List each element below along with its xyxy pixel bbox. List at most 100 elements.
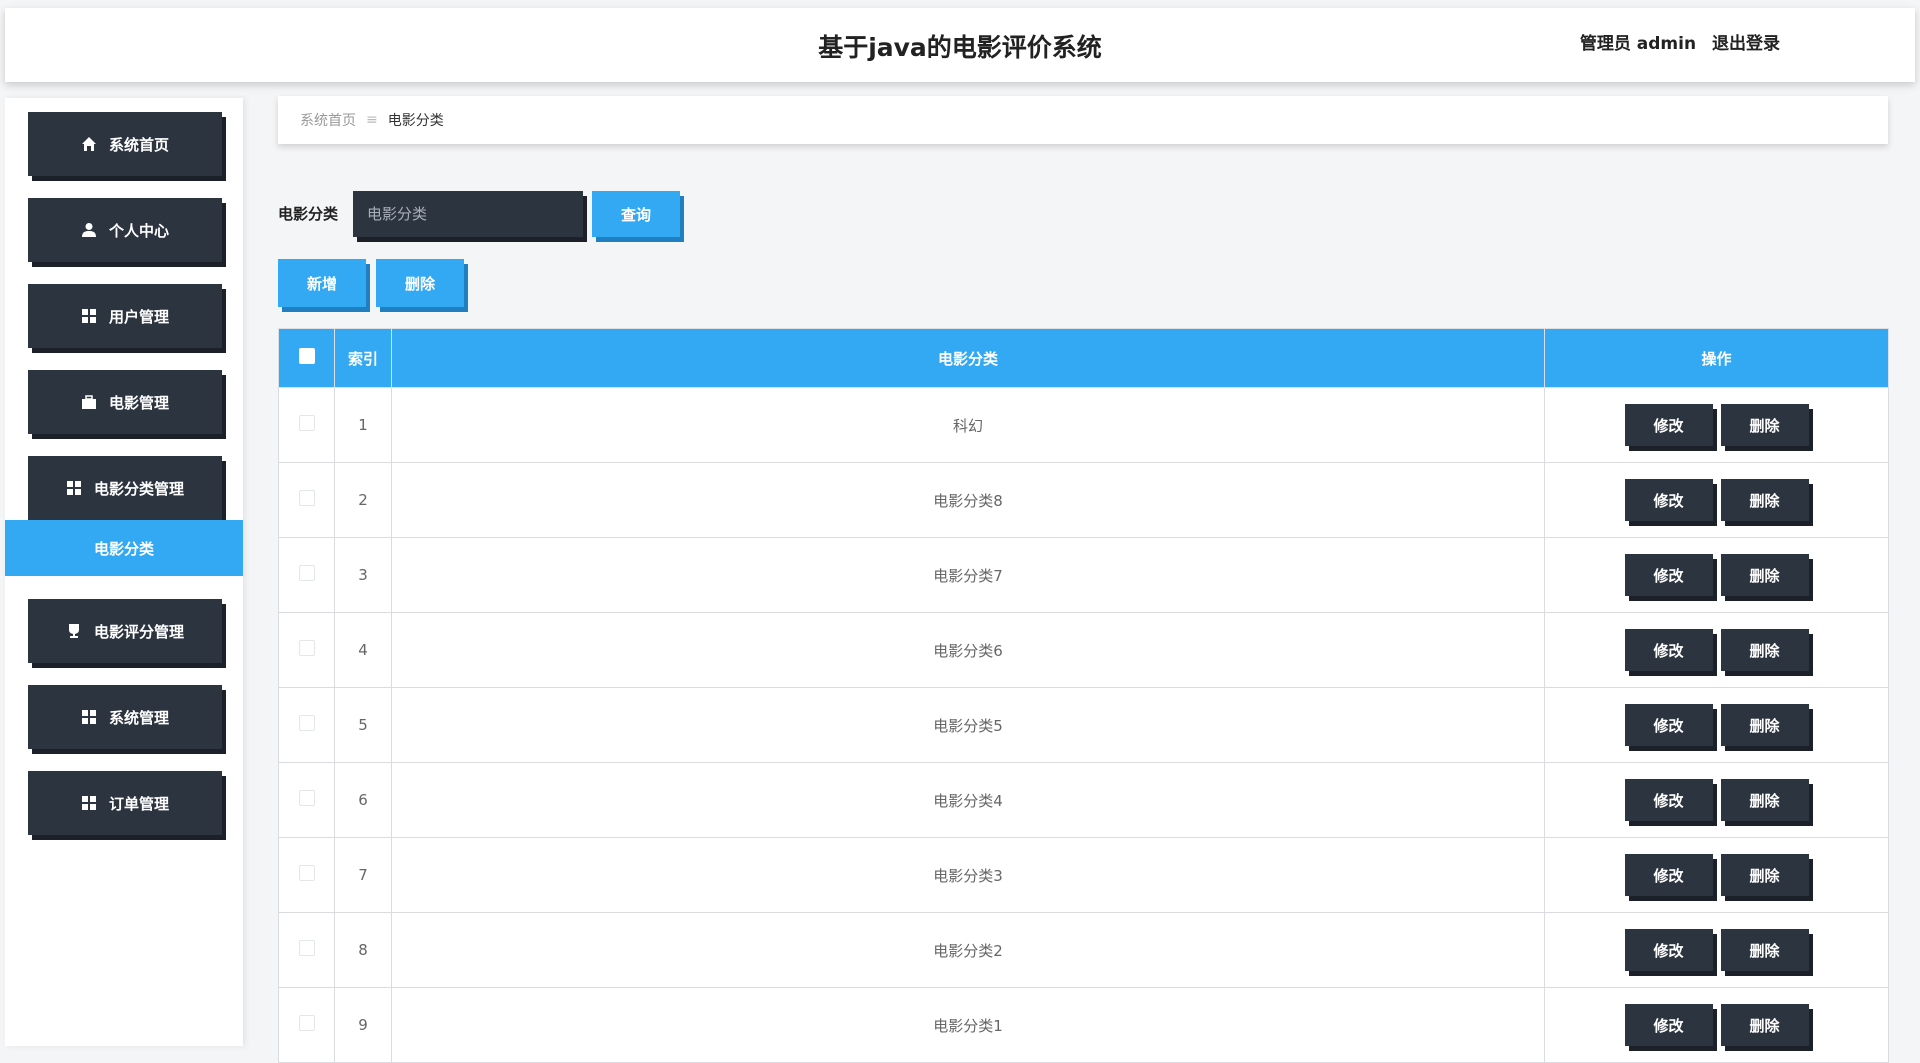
edit-button[interactable]: 修改 bbox=[1624, 779, 1713, 821]
sidebar-item-home[interactable]: 系统首页 bbox=[28, 112, 222, 176]
row-checkbox[interactable] bbox=[298, 790, 315, 806]
query-button[interactable]: 查询 bbox=[592, 191, 680, 237]
search-input[interactable] bbox=[353, 191, 583, 237]
delete-button[interactable]: 删除 bbox=[1720, 629, 1809, 671]
row-select-cell bbox=[278, 537, 335, 613]
row-select-cell bbox=[278, 462, 335, 538]
row-actions: 修改 删除 bbox=[1544, 537, 1889, 613]
sidebar-item-label: 电影管理 bbox=[108, 393, 169, 412]
sidebar: 系统首页 个人中心 用户管理 电影管理 电影分类管理 电影分类 电影评分管理 系… bbox=[5, 98, 243, 1046]
row-index: 4 bbox=[334, 612, 392, 688]
add-button[interactable]: 新增 bbox=[278, 259, 366, 307]
delete-button[interactable]: 删除 bbox=[1720, 854, 1809, 896]
row-category: 电影分类8 bbox=[391, 462, 1545, 538]
row-index: 3 bbox=[334, 537, 392, 613]
row-category: 科幻 bbox=[391, 387, 1545, 463]
sidebar-item-movies[interactable]: 电影管理 bbox=[28, 370, 222, 434]
row-index: 7 bbox=[334, 837, 392, 913]
row-checkbox[interactable] bbox=[298, 565, 315, 581]
sidebar-item-label: 电影分类管理 bbox=[93, 479, 184, 498]
row-index: 1 bbox=[334, 387, 392, 463]
table-row: 7 电影分类3 修改 删除 bbox=[278, 837, 1889, 913]
delete-button[interactable]: 删除 bbox=[1720, 1004, 1809, 1046]
row-index: 8 bbox=[334, 912, 392, 988]
row-actions: 修改 删除 bbox=[1544, 837, 1889, 913]
delete-button[interactable]: 删除 bbox=[1720, 779, 1809, 821]
sidebar-item-ratings[interactable]: 电影评分管理 bbox=[28, 599, 222, 663]
row-category: 电影分类4 bbox=[391, 762, 1545, 838]
row-checkbox[interactable] bbox=[298, 640, 315, 656]
trophy-icon bbox=[66, 623, 82, 639]
grid-icon bbox=[81, 308, 97, 324]
grid-icon bbox=[81, 709, 97, 725]
delete-button[interactable]: 删除 bbox=[1720, 404, 1809, 446]
sidebar-item-label: 电影评分管理 bbox=[93, 622, 184, 641]
row-checkbox[interactable] bbox=[298, 715, 315, 731]
row-category: 电影分类7 bbox=[391, 537, 1545, 613]
category-table: 索引 电影分类 操作 1 科幻 修改 删除 2 电影分类8 修改 删除 3 电影分类7 修改 删除 4 电… bbox=[278, 328, 1889, 1063]
row-index: 9 bbox=[334, 987, 392, 1063]
edit-button[interactable]: 修改 bbox=[1624, 479, 1713, 521]
sidebar-item-label: 用户管理 bbox=[108, 307, 169, 326]
row-select-cell bbox=[278, 912, 335, 988]
row-select-cell bbox=[278, 762, 335, 838]
sidebar-item-label: 系统管理 bbox=[108, 708, 169, 727]
row-select-cell bbox=[278, 837, 335, 913]
breadcrumb-separator: ≡ bbox=[366, 112, 378, 128]
briefcase-icon bbox=[81, 394, 97, 410]
sidebar-item-label: 个人中心 bbox=[108, 221, 169, 240]
row-category: 电影分类5 bbox=[391, 687, 1545, 763]
row-checkbox[interactable] bbox=[298, 415, 315, 431]
row-category: 电影分类1 bbox=[391, 987, 1545, 1063]
delete-button[interactable]: 删除 bbox=[1720, 479, 1809, 521]
row-category: 电影分类6 bbox=[391, 612, 1545, 688]
row-checkbox[interactable] bbox=[298, 490, 315, 506]
row-actions: 修改 删除 bbox=[1544, 612, 1889, 688]
select-all-checkbox[interactable] bbox=[298, 348, 315, 364]
row-actions: 修改 删除 bbox=[1544, 687, 1889, 763]
batch-delete-button[interactable]: 删除 bbox=[376, 259, 464, 307]
home-icon bbox=[81, 136, 97, 152]
delete-button[interactable]: 删除 bbox=[1720, 929, 1809, 971]
column-header-operation: 操作 bbox=[1544, 328, 1889, 388]
grid-icon bbox=[66, 480, 82, 496]
table-row: 8 电影分类2 修改 删除 bbox=[278, 912, 1889, 988]
breadcrumb-current: 电影分类 bbox=[387, 113, 444, 129]
table-row: 4 电影分类6 修改 删除 bbox=[278, 612, 1889, 688]
sidebar-item-profile[interactable]: 个人中心 bbox=[28, 198, 222, 262]
row-actions: 修改 删除 bbox=[1544, 462, 1889, 538]
edit-button[interactable]: 修改 bbox=[1624, 629, 1713, 671]
column-header-index: 索引 bbox=[334, 328, 392, 388]
select-all-cell bbox=[278, 328, 335, 388]
row-select-cell bbox=[278, 687, 335, 763]
edit-button[interactable]: 修改 bbox=[1624, 704, 1713, 746]
grid-icon bbox=[81, 795, 97, 811]
row-index: 6 bbox=[334, 762, 392, 838]
sidebar-item-label: 系统首页 bbox=[108, 135, 169, 154]
user-label: 管理员 admin bbox=[1579, 34, 1697, 54]
edit-button[interactable]: 修改 bbox=[1624, 854, 1713, 896]
row-checkbox[interactable] bbox=[298, 940, 315, 956]
sidebar-item-movie-categories[interactable]: 电影分类管理 bbox=[28, 456, 222, 520]
table-row: 2 电影分类8 修改 删除 bbox=[278, 462, 1889, 538]
breadcrumb-home[interactable]: 系统首页 bbox=[300, 110, 356, 130]
edit-button[interactable]: 修改 bbox=[1624, 1004, 1713, 1046]
edit-button[interactable]: 修改 bbox=[1624, 929, 1713, 971]
edit-button[interactable]: 修改 bbox=[1624, 404, 1713, 446]
row-select-cell bbox=[278, 612, 335, 688]
sidebar-subitem-movie-category[interactable]: 电影分类 bbox=[5, 520, 243, 576]
row-checkbox[interactable] bbox=[298, 1015, 315, 1031]
table-row: 5 电影分类5 修改 删除 bbox=[278, 687, 1889, 763]
table-row: 1 科幻 修改 删除 bbox=[278, 387, 1889, 463]
user-area: 管理员 admin 退出登录 bbox=[1570, 8, 1780, 80]
delete-button[interactable]: 删除 bbox=[1720, 704, 1809, 746]
row-actions: 修改 删除 bbox=[1544, 987, 1889, 1063]
logout-link[interactable]: 退出登录 bbox=[1712, 34, 1780, 54]
row-category: 电影分类2 bbox=[391, 912, 1545, 988]
edit-button[interactable]: 修改 bbox=[1624, 554, 1713, 596]
sidebar-item-users[interactable]: 用户管理 bbox=[28, 284, 222, 348]
delete-button[interactable]: 删除 bbox=[1720, 554, 1809, 596]
sidebar-item-orders[interactable]: 订单管理 bbox=[28, 771, 222, 835]
sidebar-item-system[interactable]: 系统管理 bbox=[28, 685, 222, 749]
row-checkbox[interactable] bbox=[298, 865, 315, 881]
